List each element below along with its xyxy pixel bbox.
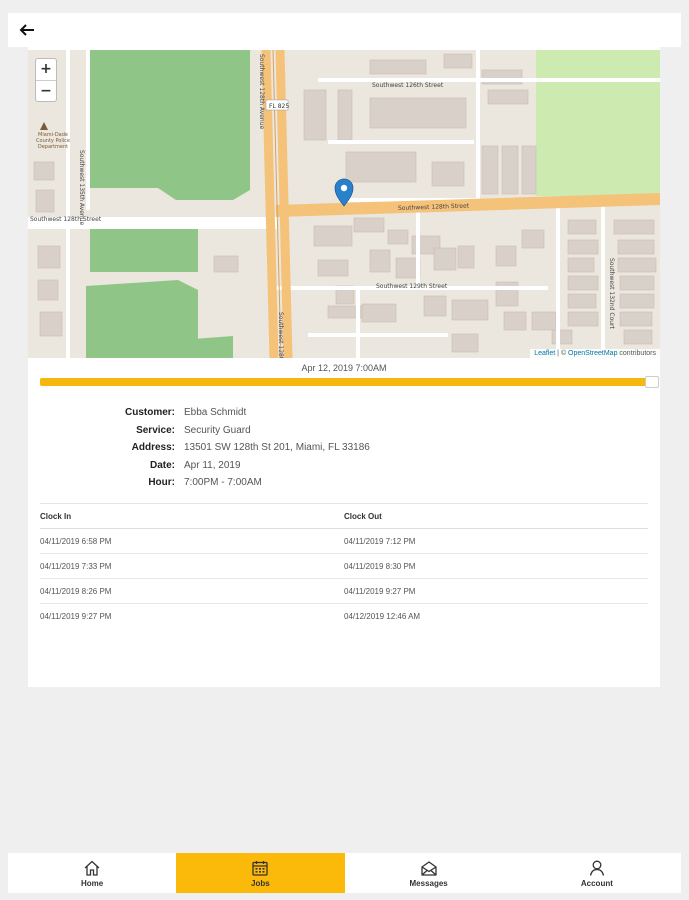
map-label-fl-825: FL 825 (269, 103, 289, 110)
job-details: Customer: Ebba Schmidt Service: Security… (28, 404, 660, 492)
user-icon (589, 860, 605, 876)
detail-value: 7:00PM - 7:00AM (184, 477, 262, 489)
detail-value: Security Guard (184, 424, 251, 436)
map-label-128th-avenue: Southwest 128th Avenue (258, 54, 265, 130)
clock-in-cell: 04/11/2019 6:58 PM (40, 536, 112, 546)
clock-out-cell: 04/11/2019 9:27 PM (344, 586, 416, 596)
table-row: 04/11/2019 6:58 PM 04/11/2019 7:12 PM (40, 529, 648, 554)
clock-in-cell: 04/11/2019 9:27 PM (40, 612, 112, 621)
park-area (86, 50, 250, 200)
clock-in-cell: 04/11/2019 7:33 PM (40, 561, 112, 571)
column-header-clock-out: Clock Out (344, 511, 382, 521)
nav-item-jobs[interactable]: Jobs (176, 853, 345, 893)
map-attribution: Leaflet | © OpenStreetMap contributors (530, 349, 660, 358)
map-label-police: Miami-Dade County Police Department (36, 132, 70, 150)
column-header-clock-in: Clock In (40, 511, 72, 521)
osm-link[interactable]: OpenStreetMap (568, 350, 617, 357)
nav-item-account[interactable]: Account (513, 853, 681, 893)
detail-row-service: Service: Security Guard (28, 422, 660, 440)
zoom-control: + − (35, 58, 57, 102)
home-icon (84, 860, 100, 876)
clock-out-cell: 04/11/2019 8:30 PM (344, 561, 416, 571)
detail-value: Apr 11, 2019 (184, 459, 241, 471)
map-label-128th-avenue-south: Southwest 128th Avenue (277, 312, 284, 358)
attribution-suffix: contributors (617, 350, 656, 357)
park-area (536, 50, 660, 196)
clock-out-cell: 04/12/2019 12:46 AM (344, 612, 421, 621)
detail-row-address: Address: 13501 SW 128th St 201, Miami, F… (28, 439, 660, 457)
detail-label: Service: (136, 424, 175, 436)
slider-handle[interactable] (644, 376, 659, 388)
nav-label: Messages (409, 878, 448, 888)
job-detail-card: Southwest 128th Street Southwest 128th S… (28, 47, 660, 687)
bottom-nav: Home Jobs Messages Account (8, 853, 681, 893)
nav-label: Home (81, 878, 104, 888)
zoom-in-button[interactable]: + (36, 59, 56, 80)
slider-fill (40, 378, 652, 386)
table-header: Clock In Clock Out (40, 503, 648, 529)
map-label-132nd-court: Southwest 132nd Court (608, 258, 615, 330)
timeline-slider[interactable] (40, 376, 659, 388)
map[interactable]: Southwest 128th Street Southwest 128th S… (28, 50, 660, 358)
detail-label: Date: (149, 459, 175, 471)
nav-item-messages[interactable]: Messages (345, 853, 513, 893)
table-row: 04/11/2019 8:26 PM 04/11/2019 9:27 PM (40, 579, 648, 604)
detail-label: Customer: (124, 407, 175, 419)
nav-label: Jobs (251, 878, 270, 888)
table-row: 04/11/2019 7:33 PM 04/11/2019 8:30 PM (40, 554, 648, 579)
zoom-out-button[interactable]: − (36, 80, 56, 101)
map-label-128th-west: Southwest 128th Street (30, 216, 102, 223)
park-area (90, 228, 198, 272)
calendar-icon (252, 860, 269, 876)
table-row: 04/11/2019 9:27 PM 04/12/2019 12:46 AM (40, 604, 648, 629)
leaflet-link[interactable]: Leaflet (534, 350, 555, 357)
nav-label: Account (580, 878, 613, 888)
detail-row-date: Date: Apr 11, 2019 (28, 457, 660, 475)
clock-out-cell: 04/11/2019 7:12 PM (344, 536, 416, 546)
map-label-129th-street: Southwest 129th Street (376, 283, 448, 290)
top-bar (8, 13, 681, 47)
detail-label: Address: (131, 442, 175, 454)
map-label-126th-street: Southwest 126th Street (372, 82, 444, 89)
nav-item-home[interactable]: Home (8, 853, 176, 893)
clock-in-cell: 04/11/2019 8:26 PM (40, 586, 112, 596)
envelope-icon (420, 860, 437, 876)
detail-value: Ebba Schmidt (184, 407, 247, 419)
arrow-left-icon[interactable] (18, 22, 36, 38)
detail-label: Hour: (148, 477, 175, 489)
detail-row-customer: Customer: Ebba Schmidt (28, 404, 660, 422)
map-tiles: Southwest 128th Street Southwest 128th S… (28, 50, 660, 358)
clock-table: Clock In Clock Out 04/11/2019 6:58 PM 04… (40, 503, 648, 629)
timeline-label: Apr 12, 2019 7:00AM (301, 363, 387, 373)
attribution-separator: | © (555, 350, 569, 357)
detail-value: 13501 SW 128th St 201, Miami, FL 33186 (184, 442, 370, 454)
map-label-135th-avenue: Southwest 135th Avenue (78, 150, 85, 226)
detail-row-hour: Hour: 7:00PM - 7:00AM (28, 474, 660, 492)
